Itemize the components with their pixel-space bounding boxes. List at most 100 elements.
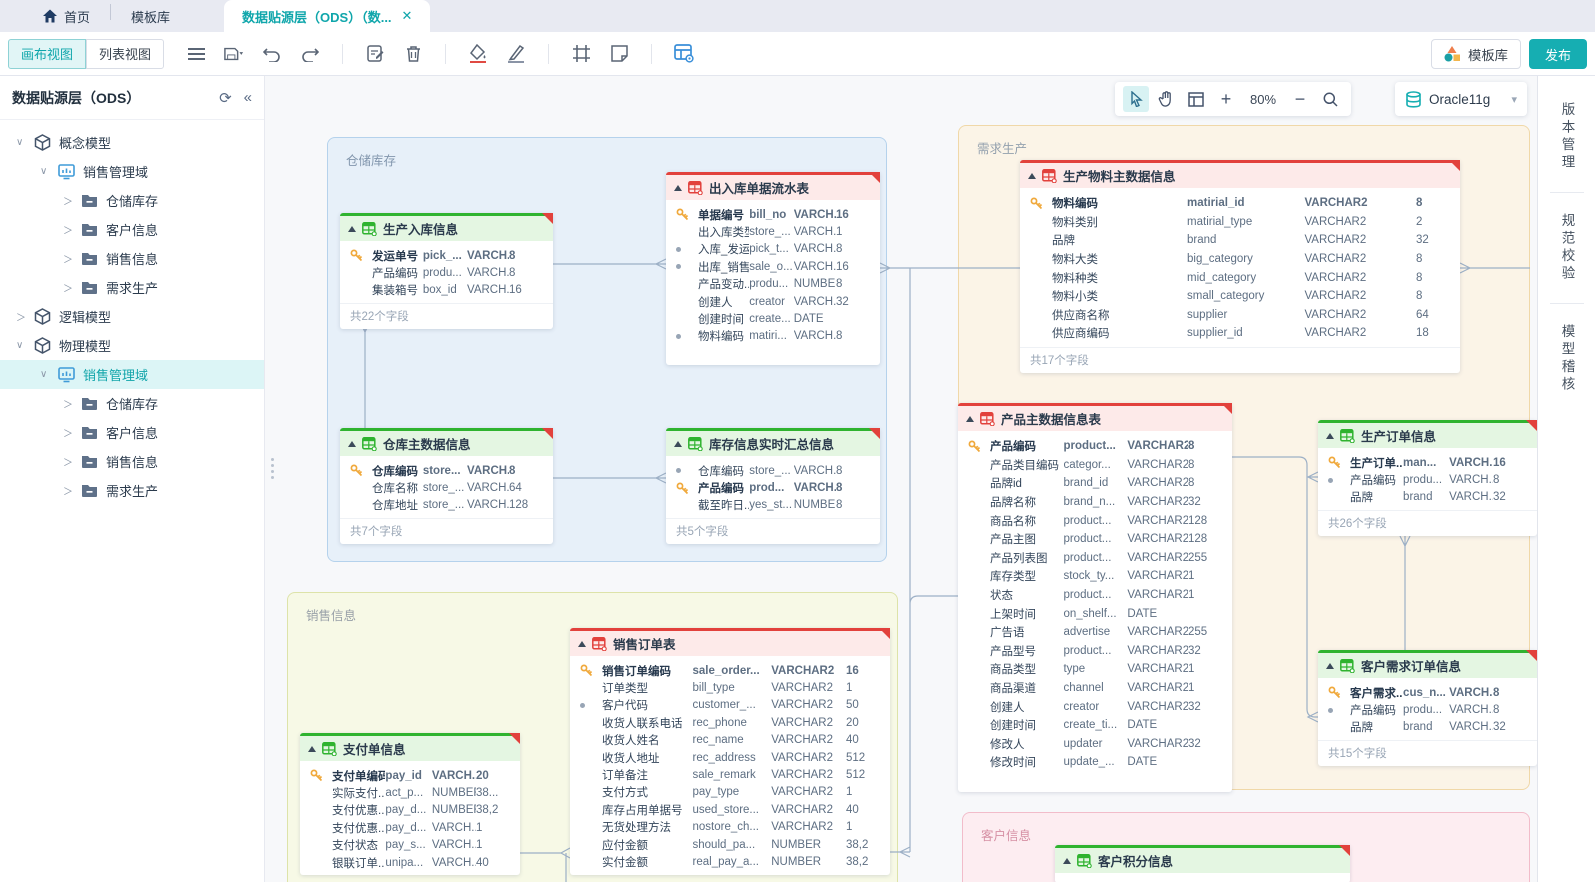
entity-客户需求订单信息[interactable]: 客户需求订单信息客户需求...cus_n...VARCH...8产品编码prod…	[1318, 650, 1537, 766]
standard-check-tab[interactable]: 规范校验	[1557, 205, 1577, 291]
field-row[interactable]: 收货人地址rec_addressVARCHAR2512	[570, 749, 890, 766]
chevron-down-icon[interactable]: ∨	[40, 369, 58, 380]
field-row[interactable]: 修改时间update_...DATE	[958, 753, 1232, 772]
field-row[interactable]: 收货人姓名rec_nameVARCHAR240	[570, 732, 890, 749]
collapse-caret-icon[interactable]	[348, 226, 356, 232]
collapse-caret-icon[interactable]	[1063, 858, 1071, 864]
field-row[interactable]: 产品主图product...VARCHAR2128	[958, 530, 1232, 549]
field-row[interactable]: 创建人creatorVARCHAR232	[958, 697, 1232, 716]
field-row[interactable]: 出入库类型store_...VARCH...1	[666, 223, 880, 240]
field-row[interactable]: 应付金额should_pa...NUMBER38,2	[570, 836, 890, 853]
field-row[interactable]: 创建人creatorVARCH...32	[666, 293, 880, 310]
field-row[interactable]: 订单类型bill_typeVARCHAR21	[570, 679, 890, 696]
field-row[interactable]: 实付金额real_pay_a...NUMBER38,2	[570, 853, 890, 870]
entity-header[interactable]: 生产入库信息	[340, 213, 553, 241]
tree-item-需求生产[interactable]: ＞需求生产	[0, 273, 264, 302]
collapse-caret-icon[interactable]	[578, 641, 586, 647]
entity-header[interactable]: 销售订单表	[570, 628, 890, 656]
entity-库存信息实时汇总信息[interactable]: 库存信息实时汇总信息仓库编码store_...VARCH...8产品编码prod…	[666, 428, 880, 544]
zoom-out-icon[interactable]: −	[1287, 86, 1313, 112]
sidebar-resize-handle[interactable]	[271, 458, 274, 479]
field-row[interactable]: 订单备注sale_remarkVARCHAR2512	[570, 766, 890, 783]
save-icon[interactable]	[224, 44, 244, 64]
chevron-down-icon[interactable]: ∨	[40, 166, 58, 177]
field-row[interactable]: 单据编号bill_noVARCH...16	[666, 206, 880, 223]
field-row[interactable]: 支付单编码pay_idVARCH...20	[300, 767, 520, 784]
publish-button[interactable]: 发布	[1529, 39, 1587, 69]
collapse-sidebar-icon[interactable]: «	[244, 89, 252, 106]
tree-item-销售信息[interactable]: ＞销售信息	[0, 447, 264, 476]
note-icon[interactable]	[609, 44, 629, 64]
field-row[interactable]: 截至昨日...yes_st...NUMBER8	[666, 497, 880, 514]
tree-item-客户信息[interactable]: ＞客户信息	[0, 418, 264, 447]
list-view-button[interactable]: 列表视图	[86, 39, 164, 69]
field-row[interactable]: 库存类型stock_ty...VARCHAR21	[958, 567, 1232, 586]
entity-header[interactable]: 产品主数据信息表	[958, 403, 1232, 431]
canvas-view-button[interactable]: 画布视图	[8, 39, 86, 69]
field-row[interactable]: 商品渠道channelVARCHAR21	[958, 679, 1232, 698]
version-management-tab[interactable]: 版本管理	[1557, 94, 1577, 180]
template-lib-tab[interactable]: 模板库	[117, 0, 184, 32]
field-row[interactable]: 产品编码produ...VARCH...8	[1318, 701, 1537, 718]
field-row[interactable]: 创建时间create...DATE	[666, 310, 880, 327]
chevron-right-icon[interactable]: ＞	[63, 251, 81, 266]
field-row[interactable]: 品牌brandVARCH...32	[1318, 719, 1537, 736]
zoom-search-icon[interactable]	[1317, 86, 1343, 112]
field-row[interactable]: 产品编码produ...VARCH...8	[340, 264, 553, 281]
diagram-canvas[interactable]: 仓储库存需求生产销售信息客户信息 生产入库信息发运单号pick_...VARCH…	[265, 76, 1537, 882]
field-row[interactable]: 广告语advertiseVARCHAR2255	[958, 623, 1232, 642]
field-row[interactable]: 物料类别matirial_typeVARCHAR22	[1020, 213, 1460, 232]
chevron-right-icon[interactable]: ＞	[63, 396, 81, 411]
close-tab-icon[interactable]: ✕	[402, 8, 413, 24]
field-row[interactable]: 客户需求...cus_n...VARCH...8	[1318, 684, 1537, 701]
field-row[interactable]: 供应商编码supplier_idVARCHAR218	[1020, 324, 1460, 343]
field-row[interactable]: 创建时间create_ti...DATE	[958, 716, 1232, 735]
entity-header[interactable]: 客户积分信息	[1055, 845, 1350, 873]
pan-hand-icon[interactable]	[1153, 86, 1179, 112]
collapse-caret-icon[interactable]	[674, 185, 682, 191]
field-row[interactable]: 支付优惠...pay_d...NUMBER38,2	[300, 802, 520, 819]
collapse-caret-icon[interactable]	[308, 746, 316, 752]
field-row[interactable]: 状态product...VARCHAR21	[958, 586, 1232, 605]
field-row[interactable]: 无货处理方法nostore_ch...VARCHAR21	[570, 819, 890, 836]
tree-item-客户信息[interactable]: ＞客户信息	[0, 215, 264, 244]
field-row[interactable]: 出库_销售...sale_o...VARCH...16	[666, 258, 880, 275]
field-row[interactable]: 入库_发运...pick_t...VARCH...8	[666, 241, 880, 258]
field-row[interactable]: 修改人updaterVARCHAR232	[958, 735, 1232, 754]
chevron-right-icon[interactable]: ＞	[63, 222, 81, 237]
field-row[interactable]: 品牌brandVARCH...32	[1318, 489, 1537, 506]
entity-产品主数据信息表[interactable]: 产品主数据信息表产品编码product...VARCHAR28产品类目编码cat…	[958, 403, 1232, 792]
field-row[interactable]: 物料小类small_categoryVARCHAR28	[1020, 287, 1460, 306]
collapse-caret-icon[interactable]	[1028, 173, 1036, 179]
field-row[interactable]: 物料大类big_categoryVARCHAR28	[1020, 250, 1460, 269]
entity-仓库主数据信息[interactable]: 仓库主数据信息仓库编码store...VARCH...8仓库名称store_..…	[340, 428, 553, 544]
undo-icon[interactable]	[262, 44, 282, 64]
collapse-caret-icon[interactable]	[966, 416, 974, 422]
field-row[interactable]: 上架时间on_shelf...DATE	[958, 604, 1232, 623]
field-row[interactable]: 库存占用单据号used_store...VARCHAR240	[570, 801, 890, 818]
field-row[interactable]: 产品编码prod...VARCH...8	[666, 479, 880, 496]
field-row[interactable]: 产品列表图product...VARCHAR2255	[958, 549, 1232, 568]
field-row[interactable]: 支付方式pay_typeVARCHAR21	[570, 784, 890, 801]
field-row[interactable]: 销售订单编码sale_order...VARCHAR216	[570, 662, 890, 679]
field-row[interactable]: 物料种类mid_categoryVARCHAR28	[1020, 268, 1460, 287]
field-row[interactable]: 物料编码matiri...VARCH...8	[666, 328, 880, 345]
field-row[interactable]: 仓库地址store_...VARCH...128	[340, 497, 553, 514]
field-row[interactable]: 供应商名称supplierVARCHAR264	[1020, 306, 1460, 325]
collapse-caret-icon[interactable]	[1326, 433, 1334, 439]
collapse-caret-icon[interactable]	[1326, 663, 1334, 669]
model-audit-tab[interactable]: 模型稽核	[1557, 316, 1577, 402]
entity-header[interactable]: 仓库主数据信息	[340, 428, 553, 456]
entity-出入库单据流水表[interactable]: 出入库单据流水表单据编号bill_noVARCH...16出入库类型store_…	[666, 172, 880, 365]
entity-销售订单表[interactable]: 销售订单表销售订单编码sale_order...VARCHAR216订单类型bi…	[570, 628, 890, 875]
home-tab[interactable]: 首页	[28, 0, 104, 32]
database-type-select[interactable]: Oracle11g ▾	[1395, 82, 1527, 116]
chevron-right-icon[interactable]: ＞	[63, 454, 81, 469]
tree-item-概念模型[interactable]: ∨概念模型	[0, 128, 264, 157]
edit-doc-icon[interactable]	[365, 44, 385, 64]
field-row[interactable]: 产品编码produ...VARCH...8	[1318, 471, 1537, 488]
active-document-tab[interactable]: 数据贴源层（ODS）（数... ✕	[224, 0, 430, 32]
field-row[interactable]: 生产订单...man...VARCH...16	[1318, 454, 1537, 471]
fill-color-icon[interactable]	[468, 44, 488, 64]
field-row[interactable]: 产品型号product...VARCHAR232	[958, 642, 1232, 661]
